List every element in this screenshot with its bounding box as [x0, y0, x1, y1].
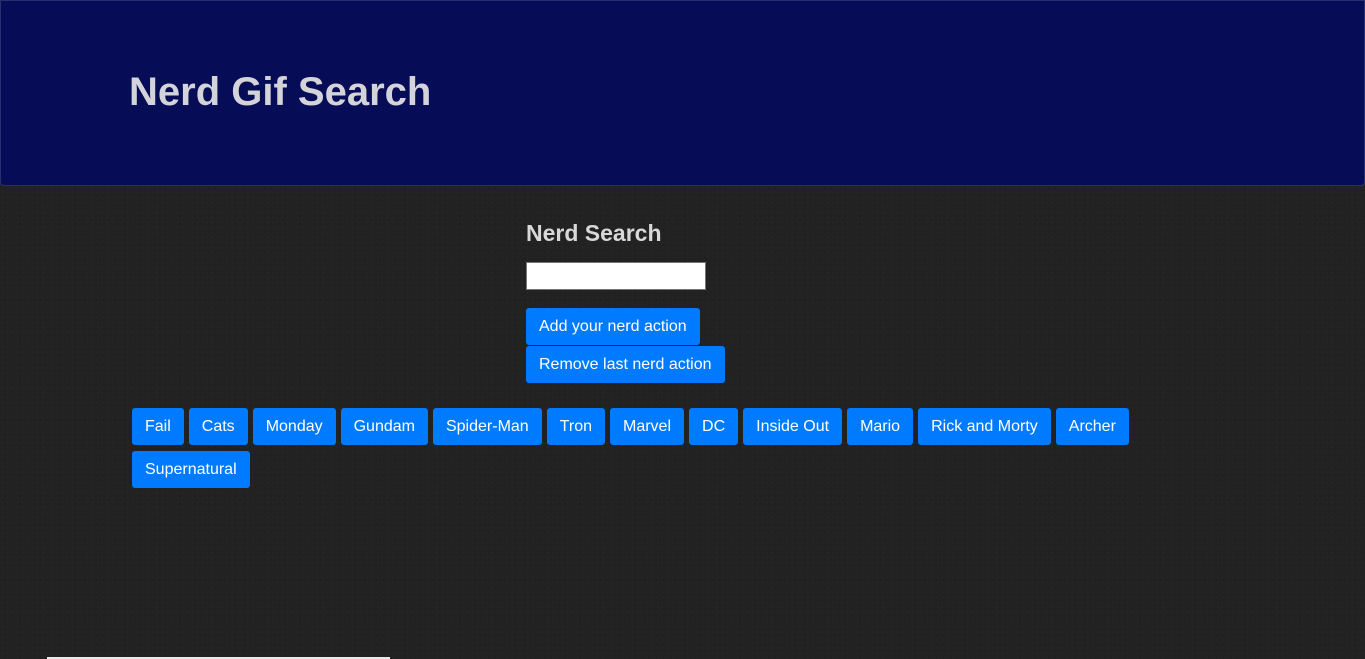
action-button[interactable]: Monday	[252, 408, 336, 445]
action-button[interactable]: Gundam	[340, 408, 428, 445]
action-button[interactable]: Marvel	[610, 408, 685, 445]
search-heading: Nerd Search	[526, 220, 662, 246]
action-button[interactable]: Inside Out	[743, 408, 843, 445]
action-button[interactable]: Spider-Man	[432, 408, 542, 445]
action-button[interactable]: DC	[689, 408, 739, 445]
action-button-list: Fail Cats Monday Gundam Spider-Man Tron Marvel…	[132, 408, 1132, 488]
page-title: Nerd Gif Search	[129, 70, 432, 114]
header-banner: Nerd Gif Search	[0, 0, 1365, 186]
action-button[interactable]: Supernatural	[132, 451, 250, 488]
search-form: Nerd Search Add your nerd action Remove …	[526, 218, 725, 383]
action-button[interactable]: Cats	[188, 408, 248, 445]
action-button[interactable]: Fail	[132, 408, 184, 445]
action-button[interactable]: Mario	[847, 408, 914, 445]
action-button[interactable]: Archer	[1055, 408, 1129, 445]
add-action-button[interactable]: Add your nerd action	[526, 308, 700, 345]
search-input[interactable]	[526, 262, 706, 290]
action-button[interactable]: Tron	[546, 408, 605, 445]
action-button[interactable]: Rick and Morty	[918, 408, 1051, 445]
remove-action-button[interactable]: Remove last nerd action	[526, 346, 725, 383]
